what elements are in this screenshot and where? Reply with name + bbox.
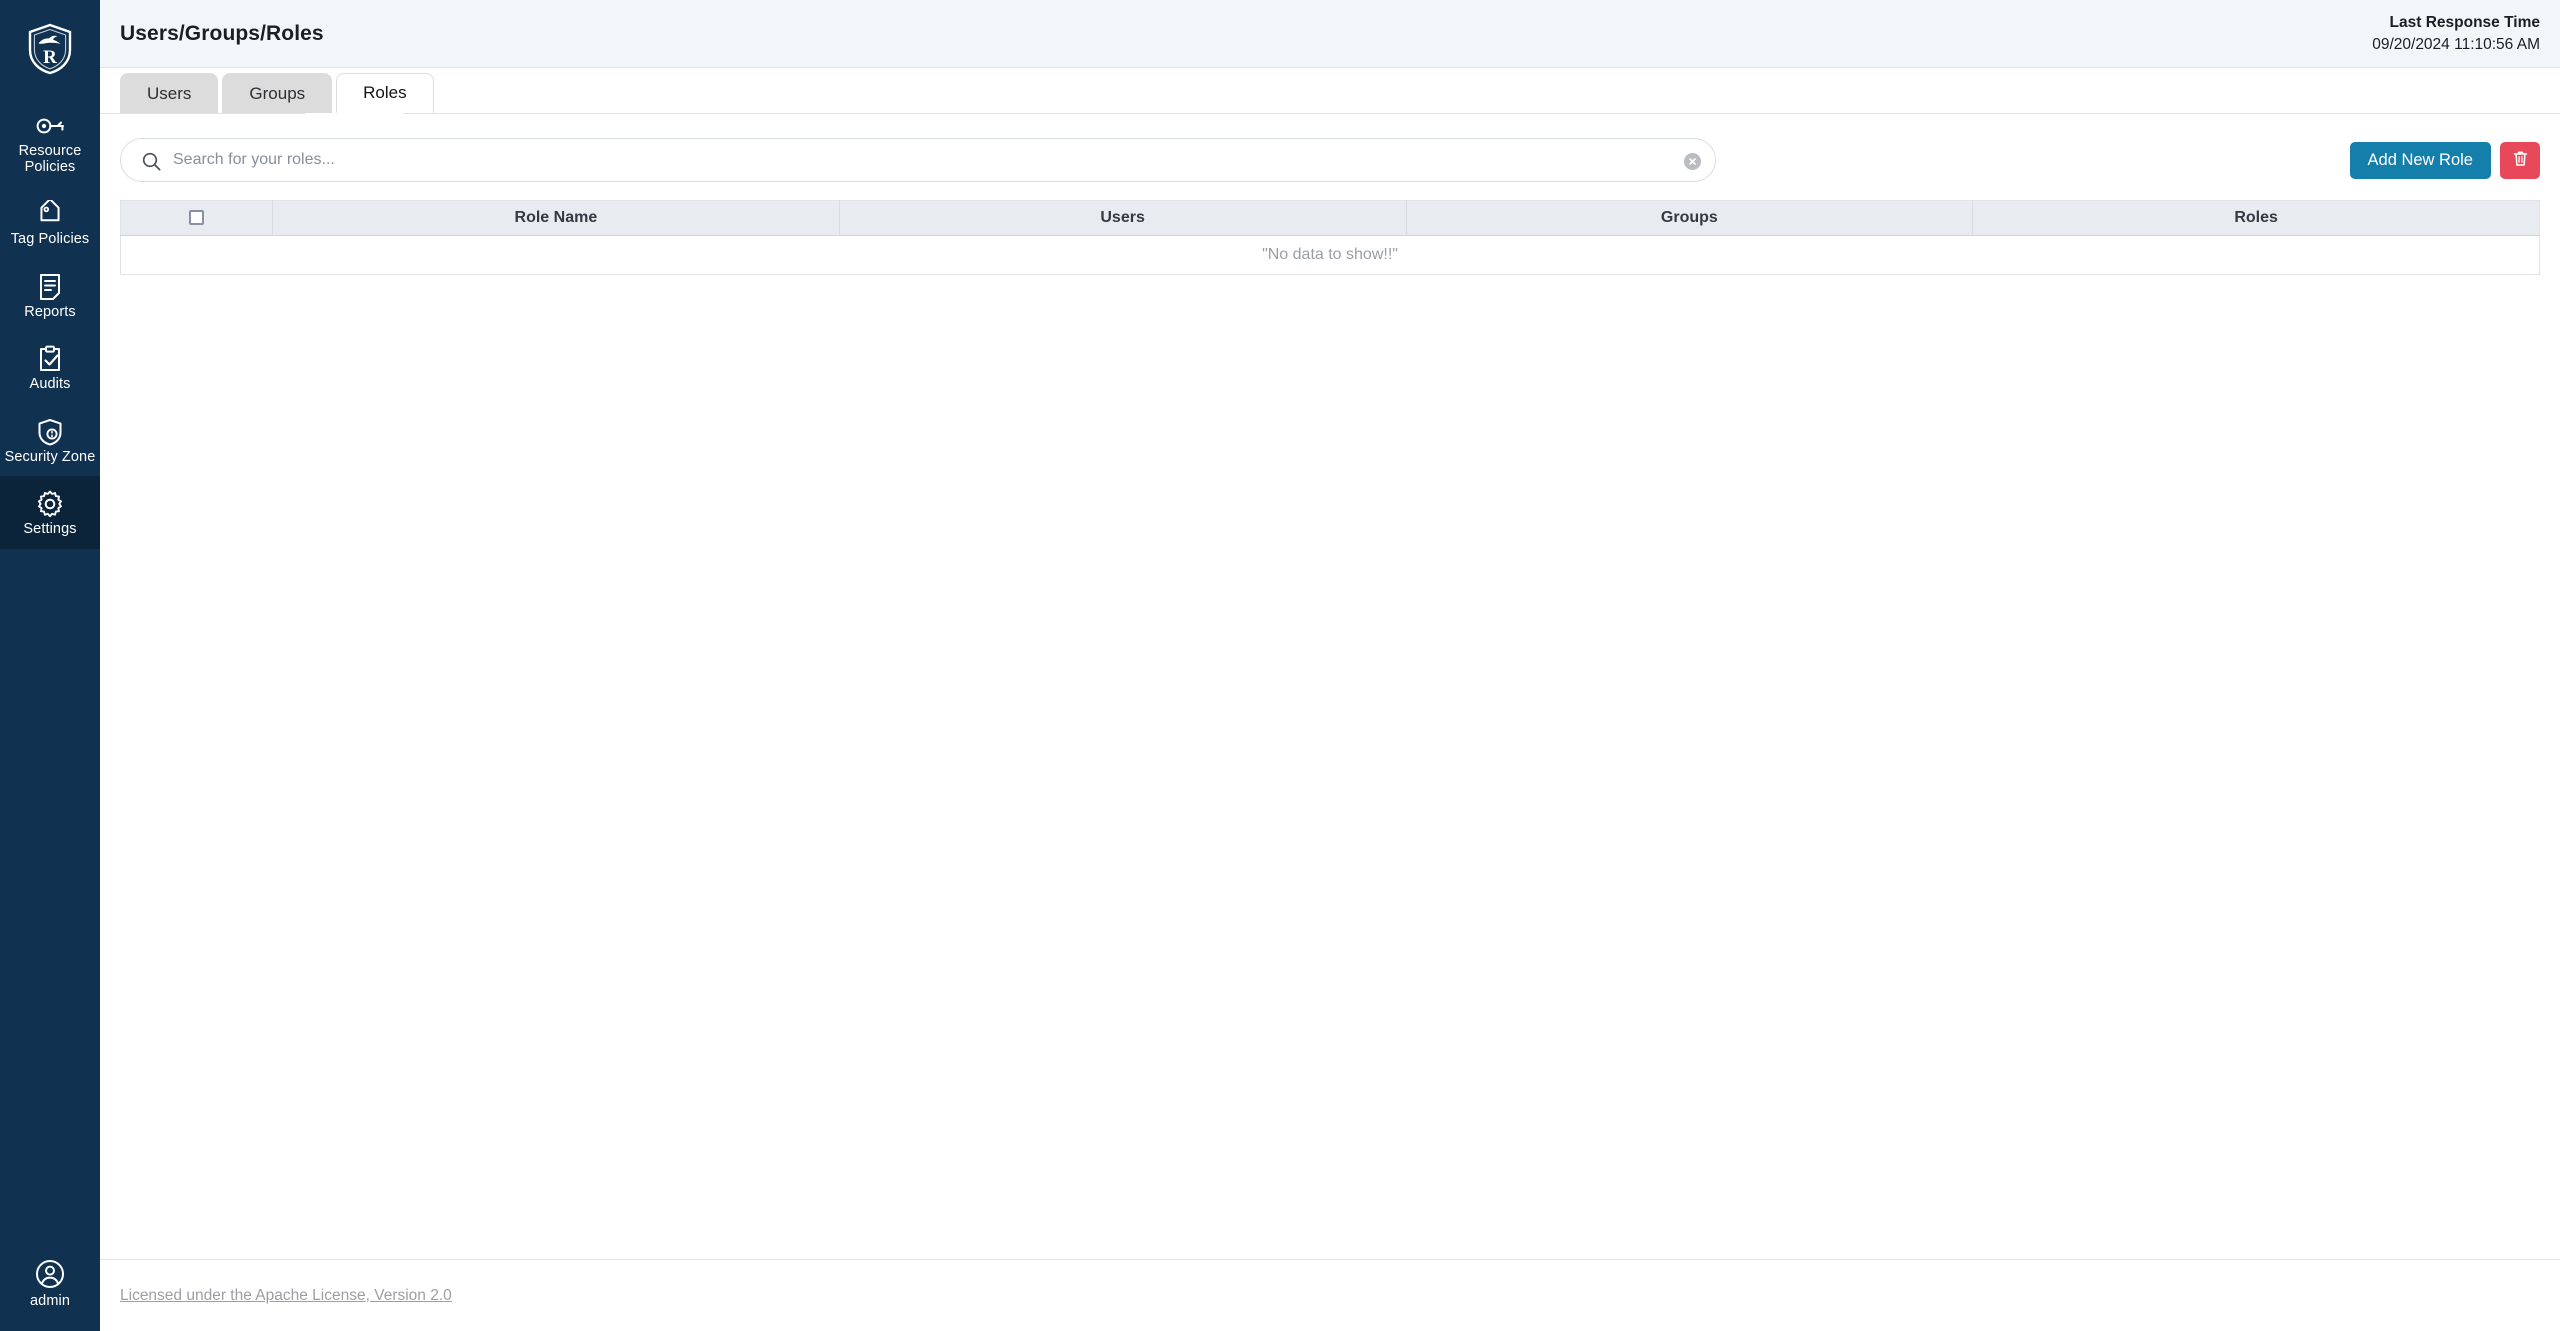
tab-groups[interactable]: Groups xyxy=(222,73,333,113)
tab-roles[interactable]: Roles xyxy=(336,73,434,113)
sidebar: R Resource Policies Tag Policies Reports… xyxy=(0,0,100,1331)
sidebar-item-label: Resource Policies xyxy=(18,143,82,175)
table-empty-row: "No data to show!!" xyxy=(120,235,2540,275)
column-header-users[interactable]: Users xyxy=(839,200,1407,236)
sidebar-item-settings[interactable]: Settings xyxy=(0,476,100,549)
select-all-checkbox[interactable] xyxy=(189,210,204,226)
sidebar-item-label: Audits xyxy=(29,376,71,392)
sidebar-item-reports[interactable]: Reports xyxy=(0,259,100,332)
license-link[interactable]: Licensed under the Apache License, Versi… xyxy=(120,1287,452,1305)
sidebar-item-label: Security Zone xyxy=(4,448,96,465)
column-header-select-all xyxy=(120,200,273,236)
tag-icon xyxy=(36,199,64,229)
tab-bar: Users Groups Roles xyxy=(100,68,2560,113)
key-icon xyxy=(35,111,65,141)
app-logo[interactable]: R xyxy=(0,0,100,98)
page-footer: Licensed under the Apache License, Versi… xyxy=(100,1259,2560,1331)
sidebar-user-menu[interactable]: admin xyxy=(0,1259,100,1331)
report-document-icon xyxy=(38,272,62,302)
page-header: Users/Groups/Roles Last Response Time 09… xyxy=(100,0,2560,68)
user-circle-icon xyxy=(35,1259,65,1289)
empty-state-message: "No data to show!!" xyxy=(120,235,2540,275)
column-header-roles[interactable]: Roles xyxy=(1972,200,2540,236)
sidebar-item-tag-policies[interactable]: Tag Policies xyxy=(0,186,100,259)
sidebar-item-label: Reports xyxy=(24,303,76,320)
toolbar-actions: Add New Role xyxy=(2349,141,2540,179)
main-content: Users/Groups/Roles Last Response Time 09… xyxy=(100,0,2560,1331)
roles-table-head: Role Name Users Groups Roles xyxy=(120,200,2540,236)
sidebar-item-audits[interactable]: Audits xyxy=(0,331,100,404)
active-tab-notch xyxy=(305,113,403,115)
sidebar-item-security-zone[interactable]: Security Zone xyxy=(0,404,100,477)
ranger-shield-logo-icon: R xyxy=(27,23,73,75)
last-response-time-label: Last Response Time xyxy=(2389,14,2540,32)
search-icon xyxy=(142,152,161,171)
trash-icon xyxy=(2513,150,2528,170)
sidebar-nav: Resource Policies Tag Policies Reports A… xyxy=(0,98,100,549)
add-new-role-button[interactable]: Add New Role xyxy=(2349,141,2491,179)
toolbar: Add New Role xyxy=(120,114,2540,200)
last-response-time-value: 09/20/2024 11:10:56 AM xyxy=(2372,35,2540,53)
tab-users[interactable]: Users xyxy=(120,73,219,113)
shield-lock-icon xyxy=(37,417,63,447)
sidebar-item-label: Settings xyxy=(23,521,77,537)
app-root: R Resource Policies Tag Policies Reports… xyxy=(0,0,2560,1331)
column-header-groups[interactable]: Groups xyxy=(1406,200,1974,236)
column-header-role-name[interactable]: Role Name xyxy=(272,200,840,236)
roles-table-body: "No data to show!!" xyxy=(120,235,2540,275)
table-header-row: Role Name Users Groups Roles xyxy=(120,200,2540,236)
sidebar-user-label: admin xyxy=(30,1292,70,1309)
clipboard-check-icon xyxy=(37,344,63,374)
roles-table: Role Name Users Groups Roles "No data to… xyxy=(120,200,2540,275)
last-response-time: Last Response Time 09/20/2024 11:10:56 A… xyxy=(2372,12,2540,55)
page-title: Users/Groups/Roles xyxy=(120,21,324,45)
gear-icon xyxy=(36,489,64,519)
sidebar-item-label: Tag Policies xyxy=(10,231,90,247)
sidebar-item-resource-policies[interactable]: Resource Policies xyxy=(0,98,100,186)
search-input[interactable] xyxy=(121,139,1715,181)
delete-selected-button[interactable] xyxy=(2500,141,2540,179)
search-box[interactable] xyxy=(120,138,1716,182)
clear-circle-icon[interactable] xyxy=(1684,153,1701,170)
roles-panel: Add New Role xyxy=(100,113,2560,1259)
svg-text:R: R xyxy=(43,47,57,68)
